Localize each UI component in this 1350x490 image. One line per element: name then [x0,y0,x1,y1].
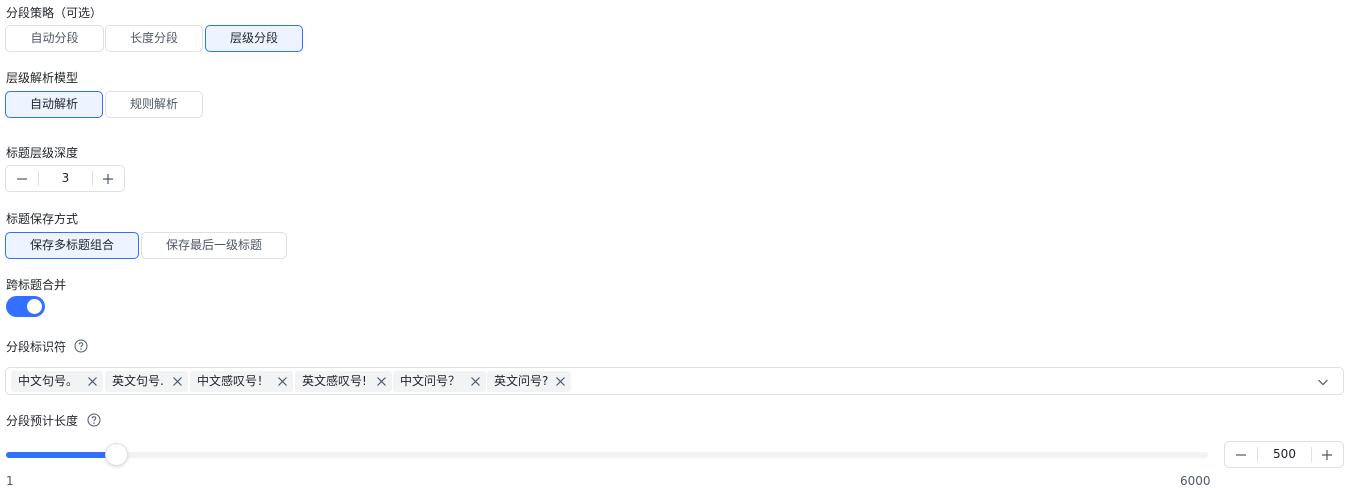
close-icon[interactable] [276,375,289,388]
segmentation-strategy-label: 分段策略（可选） [6,6,103,20]
minus-icon [17,177,27,180]
identifier-tag: 英文问号? [487,371,571,392]
save-option-last[interactable]: 保存最后一级标题 [141,232,287,259]
identifier-tag: 中文问号？ [393,371,486,392]
minus-icon [1236,453,1246,456]
strategy-option-length[interactable]: 长度分段 [105,25,203,52]
identifier-tag: 中文感叹号！ [190,371,293,392]
close-icon[interactable] [375,375,388,388]
tag-label: 中文问号？ [400,374,461,388]
increment-button[interactable] [92,166,124,191]
cross-heading-merge-label: 跨标题合并 [6,278,67,292]
heading-depth-label: 标题层级深度 [6,146,79,160]
slider-max-label: 6000 [1180,474,1211,488]
plus-icon [103,173,113,184]
tag-label: 英文句号. [112,374,164,388]
tag-label: 英文感叹号! [302,374,367,388]
tag-label: 中文感叹号！ [197,374,270,388]
segment-length-slider-track [6,452,116,458]
model-option-auto[interactable]: 自动解析 [5,91,103,118]
heading-depth-stepper: 3 [5,165,125,192]
increment-button[interactable] [1311,442,1343,467]
hierarchy-model-label: 层级解析模型 [6,71,79,85]
help-icon[interactable] [87,413,101,427]
heading-save-mode-label: 标题保存方式 [6,212,79,226]
identifier-tag: 英文感叹号! [295,371,392,392]
close-icon[interactable] [171,375,184,388]
help-icon[interactable] [74,339,88,353]
strategy-option-hierarchy[interactable]: 层级分段 [205,25,303,52]
close-icon[interactable] [86,375,99,388]
segment-length-slider-rail[interactable] [6,452,1208,458]
segment-identifiers-select[interactable]: 中文句号。 英文句号. 中文感叹号！ 英文感叹号! 中文问号？ 英文问号? [5,367,1344,395]
model-option-rule[interactable]: 规则解析 [105,91,203,118]
identifier-tag: 英文句号. [105,371,188,392]
close-icon[interactable] [554,375,567,388]
segment-length-stepper: 500 [1224,441,1344,468]
segment-length-value[interactable]: 500 [1258,442,1311,467]
segment-length-label: 分段预计长度 [6,414,79,428]
toggle-knob [27,299,42,314]
strategy-option-auto[interactable]: 自动分段 [5,25,104,52]
segment-length-slider-handle[interactable] [105,443,128,466]
cross-heading-merge-toggle[interactable] [6,296,45,317]
segment-identifiers-label: 分段标识符 [6,340,67,354]
close-icon[interactable] [469,375,482,388]
identifier-tag: 中文句号。 [11,371,103,392]
heading-depth-value[interactable]: 3 [39,166,92,191]
decrement-button[interactable] [6,166,38,191]
save-option-multi[interactable]: 保存多标题组合 [5,232,139,259]
tag-label: 英文问号? [494,374,549,388]
chevron-down-icon[interactable] [1317,376,1329,388]
plus-icon [1322,449,1332,460]
tag-label: 中文句号。 [18,374,79,388]
decrement-button[interactable] [1225,442,1257,467]
slider-min-label: 1 [6,474,14,488]
